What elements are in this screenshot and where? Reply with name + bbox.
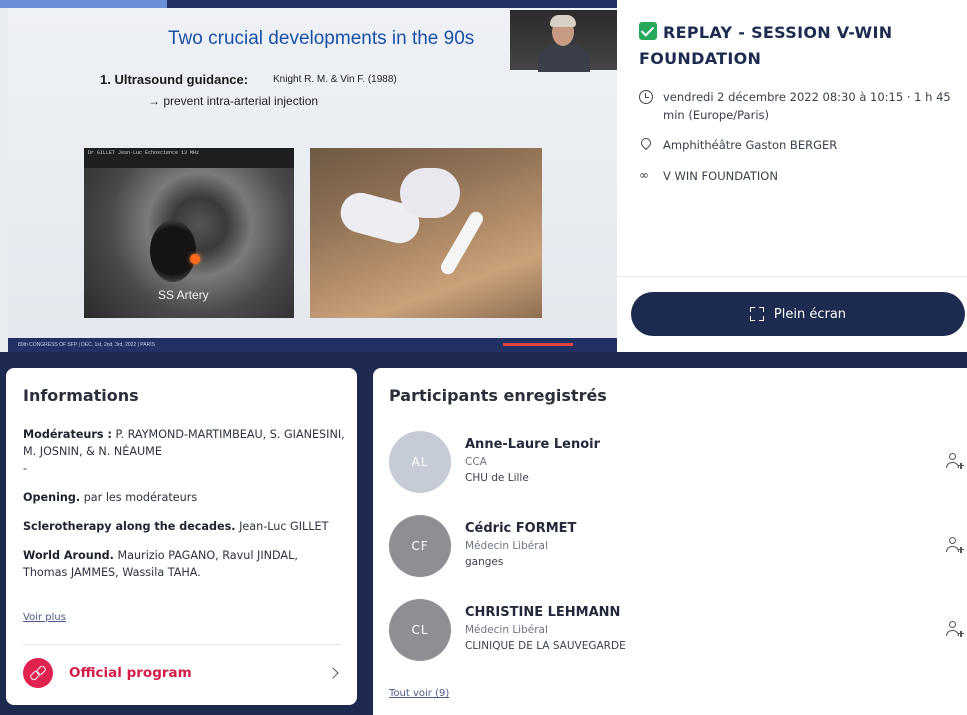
session-datetime: vendredi 2 décembre 2022 08:30 à 10:15 ·…	[639, 88, 959, 124]
program-item-title: Sclerotherapy along the decades.	[23, 520, 236, 533]
session-divider	[617, 276, 967, 277]
session-organizer: ∞ V WIN FOUNDATION	[639, 167, 778, 185]
participant-org: ganges	[465, 556, 504, 568]
informations-title: Informations	[23, 386, 139, 405]
program-item: Opening. par les modérateurs	[23, 489, 345, 506]
participant-role: Médecin Libéral	[465, 540, 548, 552]
informations-body: Modérateurs : P. RAYMOND-MARTIMBEAU, S. …	[23, 426, 345, 602]
add-user-icon[interactable]	[946, 537, 964, 555]
add-user-icon[interactable]	[946, 621, 964, 639]
session-location: Amphithéâtre Gaston BERGER	[639, 136, 837, 154]
chevron-right-icon	[327, 667, 339, 679]
fullscreen-label: Plein écran	[773, 306, 847, 322]
program-item-title: Opening.	[23, 491, 81, 504]
session-title-text: REPLAY - SESSION V-WIN FOUNDATION	[639, 23, 893, 68]
participant-name: CHRISTINE LEHMANN	[465, 605, 621, 620]
avatar: CF	[389, 515, 451, 577]
participant-row: AL Anne-Laure Lenoir CCA CHU de Lille	[389, 431, 964, 495]
program-item: World Around. Maurizio PAGANO, Ravul JIN…	[23, 547, 345, 581]
participant-org: CLINIQUE DE LA SAUVEGARDE	[465, 640, 626, 652]
session-datetime-text: vendredi 2 décembre 2022 08:30 à 10:15 ·…	[663, 90, 951, 122]
slide-subpoint: → prevent intra-arterial injection	[148, 94, 319, 108]
avatar: CL	[389, 599, 451, 661]
grid-org-icon: ∞	[639, 168, 649, 182]
voir-plus-link[interactable]: Voir plus	[23, 612, 66, 623]
link-icon	[23, 658, 53, 688]
participant-role: CCA	[465, 456, 487, 468]
informations-card: Informations Modérateurs : P. RAYMOND-MA…	[6, 368, 357, 705]
slide-footer: 80th CONGRESS OF SFP | DEC. 1st, 2nd, 3r…	[8, 338, 617, 352]
participant-row: CL CHRISTINE LEHMANN Médecin Libéral CLI…	[389, 599, 964, 663]
participants-title: Participants enregistrés	[389, 386, 607, 405]
text-fade	[23, 580, 345, 602]
webcam-speaker-hair	[550, 15, 576, 27]
slide-point: 1. Ultrasound guidance:	[100, 72, 249, 87]
informations-divider	[23, 644, 341, 645]
program-item-speaker: par les modérateurs	[83, 491, 198, 504]
video-progress-bar[interactable]	[0, 0, 617, 8]
program-item-title: World Around.	[23, 549, 114, 562]
slide-reference: Knight R. M. & Vin F. (1988)	[273, 74, 397, 85]
clock-icon	[639, 90, 653, 104]
ultrasound-header: Dr GILLET Jean-Luc Echoscience 13 MHz	[84, 148, 294, 168]
ultrasound-image: Dr GILLET Jean-Luc Echoscience 13 MHz SS…	[84, 148, 294, 318]
fullscreen-button[interactable]: Plein écran	[631, 292, 965, 336]
video-progress-fill	[0, 0, 167, 8]
add-user-icon[interactable]	[946, 453, 964, 471]
slide-title: Two crucial developments in the 90s	[168, 28, 475, 49]
expand-icon	[749, 307, 764, 321]
webcam-speaker-body	[538, 44, 590, 72]
session-title: REPLAY - SESSION V-WIN FOUNDATION	[639, 22, 893, 68]
ultrasound-label: SS Artery	[158, 288, 209, 302]
program-item-speaker: Jean-Luc GILLET	[239, 520, 329, 533]
dash-separator: -	[23, 462, 28, 475]
official-program-link[interactable]: Official program	[23, 657, 341, 689]
procedure-photo	[310, 148, 542, 318]
photo-probe	[438, 209, 486, 277]
ultrasound-marker	[190, 254, 200, 264]
avatar: AL	[389, 431, 451, 493]
session-organizer-text: V WIN FOUNDATION	[663, 169, 778, 183]
session-location-text: Amphithéâtre Gaston BERGER	[663, 138, 838, 152]
speaker-webcam	[510, 10, 617, 72]
slide-footer-text: 80th CONGRESS OF SFP | DEC. 1st, 2nd, 3r…	[18, 342, 155, 348]
map-pin-icon	[639, 138, 653, 152]
ultrasound-artery	[150, 220, 196, 282]
moderators-line: Modérateurs : P. RAYMOND-MARTIMBEAU, S. …	[23, 426, 345, 477]
participant-name: Cédric FORMET	[465, 521, 577, 536]
participant-role: Médecin Libéral	[465, 624, 548, 636]
session-title-block: REPLAY - SESSION V-WIN FOUNDATION	[639, 20, 959, 72]
check-square-icon	[639, 22, 657, 40]
moderators-label: Modérateurs :	[23, 428, 112, 441]
participant-row: CF Cédric FORMET Médecin Libéral ganges	[389, 515, 964, 579]
slide-footer-accent	[503, 343, 573, 346]
participant-name: Anne-Laure Lenoir	[465, 437, 601, 452]
program-item: Sclerotherapy along the decades. Jean-Lu…	[23, 518, 345, 535]
participant-org: CHU de Lille	[465, 472, 529, 484]
see-all-participants-link[interactable]: Tout voir (9)	[389, 688, 449, 699]
session-panel: REPLAY - SESSION V-WIN FOUNDATION vendre…	[617, 0, 967, 352]
video-player[interactable]: Two crucial developments in the 90s 1. U…	[0, 0, 617, 352]
photo-glove	[400, 168, 460, 218]
participants-card: Participants enregistrés AL Anne-Laure L…	[373, 368, 967, 715]
official-program-label: Official program	[69, 665, 192, 681]
